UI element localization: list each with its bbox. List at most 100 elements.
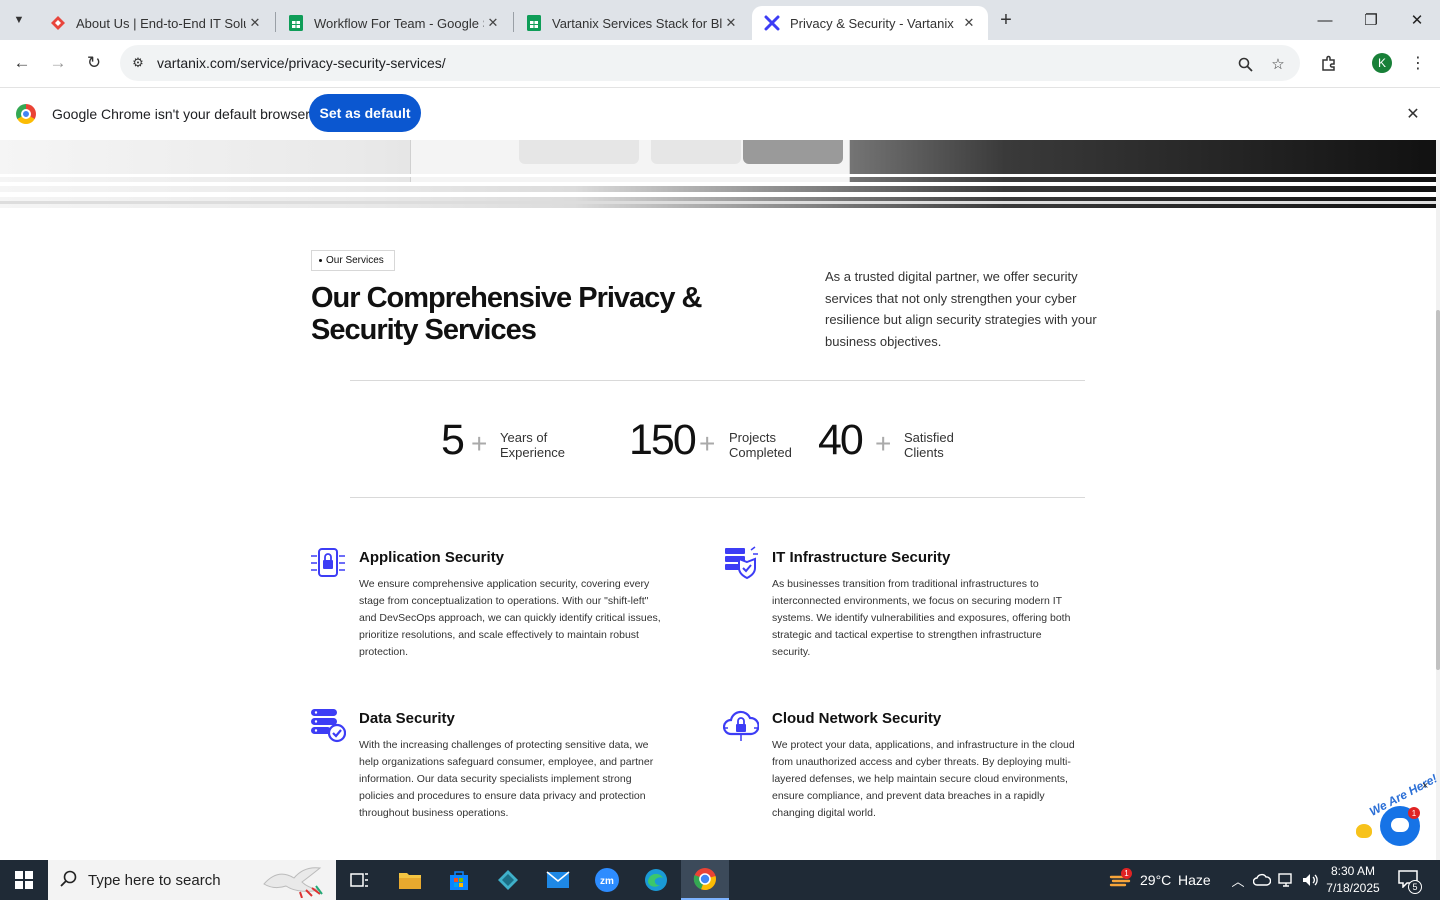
- url-text[interactable]: vartanix.com/service/privacy-security-se…: [157, 55, 446, 71]
- file-explorer-icon[interactable]: [386, 860, 434, 900]
- sheets-icon: [526, 15, 542, 31]
- clock-date: 7/18/2025: [1326, 881, 1380, 895]
- infobar-message: Google Chrome isn't your default browser: [52, 106, 310, 122]
- tab-privacy-security[interactable]: Privacy & Security - Vartanix ✕: [752, 6, 988, 40]
- bookmark-star-icon[interactable]: ☆: [1267, 53, 1289, 75]
- red-diamond-icon: [50, 15, 66, 31]
- server-shield-icon: [723, 545, 759, 581]
- browser-toolbar: ← → ↻ ⚙ vartanix.com/service/privacy-sec…: [0, 40, 1440, 86]
- address-bar[interactable]: ⚙ vartanix.com/service/privacy-security-…: [120, 45, 1300, 81]
- search-placeholder: Type here to search: [88, 872, 221, 889]
- reload-icon[interactable]: ↻: [80, 49, 108, 77]
- task-view-icon[interactable]: [336, 860, 384, 900]
- stat-value: 150: [629, 416, 697, 464]
- notification-count: 5: [1408, 880, 1422, 894]
- tab-title: Vartanix Services Stack for Blog: [552, 15, 722, 31]
- microsoft-store-icon[interactable]: [435, 860, 483, 900]
- set-default-button[interactable]: Set as default: [309, 94, 421, 132]
- clock-time: 8:30 AM: [1330, 864, 1376, 878]
- hero-dashboard-mockup: [410, 140, 850, 186]
- sheets-icon: [288, 15, 304, 31]
- tab-title: Workflow For Team - Google Sh: [314, 15, 484, 31]
- service-description: With the increasing challenges of protec…: [359, 739, 654, 819]
- network-icon[interactable]: [1276, 870, 1296, 890]
- eyebrow-label: Our Services: [326, 255, 384, 266]
- waving-hand-icon: [1356, 824, 1372, 838]
- taskbar-search-box[interactable]: Type here to search: [48, 860, 336, 900]
- service-description: We protect your data, applications, and …: [772, 739, 1075, 819]
- application-lock-icon: [310, 547, 346, 583]
- windows-start-icon[interactable]: [0, 860, 48, 900]
- dove-illustration-icon: [256, 862, 332, 899]
- edge-icon[interactable]: [632, 860, 680, 900]
- chevron-down-icon: ▼: [13, 14, 25, 26]
- page-scrollbar[interactable]: [1436, 140, 1440, 860]
- weather-badge: 1: [1121, 868, 1132, 879]
- chrome-taskbar-icon[interactable]: [681, 860, 729, 900]
- extensions-icon[interactable]: [1317, 51, 1341, 75]
- window-close-icon[interactable]: ✕: [1394, 0, 1440, 40]
- default-browser-infobar: Google Chrome isn't your default browser…: [0, 87, 1440, 140]
- stat-plus: +: [699, 428, 716, 459]
- onedrive-cloud-icon[interactable]: [1252, 870, 1272, 890]
- close-tab-icon[interactable]: ✕: [246, 14, 264, 32]
- hero-image: [0, 140, 1436, 208]
- weather-temperature[interactable]: 29°C: [1140, 872, 1171, 888]
- service-title: IT Infrastructure Security: [772, 549, 951, 566]
- zoom-icon[interactable]: [1234, 53, 1256, 75]
- stat-label: Projects Completed: [729, 430, 792, 460]
- close-tab-icon[interactable]: ✕: [484, 14, 502, 32]
- tab-workflow[interactable]: Workflow For Team - Google Sh ✕: [276, 6, 512, 40]
- close-tab-icon[interactable]: ✕: [960, 14, 978, 32]
- system-clock[interactable]: 8:30 AM 7/18/2025: [1320, 863, 1386, 897]
- windows-taskbar: Type here to search zm 1 29°C Haze ︿ 8:3…: [0, 860, 1440, 900]
- tab-services-stack[interactable]: Vartanix Services Stack for Blog ✕: [514, 6, 750, 40]
- profile-avatar[interactable]: K: [1372, 53, 1392, 73]
- page-title-line1: Our Comprehensive Privacy &: [311, 282, 702, 314]
- chrome-logo-icon: [16, 104, 36, 124]
- zoom-app-icon[interactable]: zm: [583, 860, 631, 900]
- chat-close-icon[interactable]: ×: [1422, 780, 1428, 792]
- service-title: Data Security: [359, 710, 455, 727]
- minimize-icon[interactable]: —: [1302, 0, 1348, 40]
- page-title-line2: Security Services: [311, 314, 537, 346]
- restore-icon[interactable]: ❐: [1348, 0, 1394, 40]
- page-title: Our Comprehensive Privacy & Security Ser…: [311, 282, 731, 346]
- close-tab-icon[interactable]: ✕: [722, 14, 740, 32]
- stat-value: 5: [441, 416, 465, 464]
- service-title: Cloud Network Security: [772, 710, 942, 727]
- close-icon[interactable]: ✕: [1403, 104, 1423, 124]
- service-description: We ensure comprehensive application secu…: [359, 578, 661, 658]
- intro-paragraph: As a trusted digital partner, we offer s…: [825, 269, 1097, 349]
- cloud-lock-icon: [722, 707, 760, 743]
- back-arrow-icon[interactable]: ←: [8, 49, 36, 77]
- chat-widget[interactable]: We Are Here! × 1: [1356, 771, 1440, 850]
- service-description: As businesses transition from traditiona…: [772, 578, 1071, 658]
- app-diamond-icon[interactable]: [484, 860, 532, 900]
- new-tab-icon[interactable]: +: [994, 8, 1018, 32]
- stat-value: 40: [818, 416, 864, 464]
- divider: [350, 497, 1085, 498]
- tab-title: About Us | End-to-End IT Soluti: [76, 15, 246, 31]
- mail-icon[interactable]: [534, 860, 582, 900]
- chevron-up-icon[interactable]: ︿: [1228, 870, 1248, 890]
- tab-search-button[interactable]: ▼: [5, 6, 33, 34]
- search-icon: [60, 870, 78, 893]
- stat-plus: +: [471, 428, 488, 459]
- menu-kebab-icon[interactable]: ⋮: [1406, 51, 1430, 75]
- tab-title: Privacy & Security - Vartanix: [790, 15, 954, 31]
- service-title: Application Security: [359, 549, 505, 566]
- tab-about-us[interactable]: About Us | End-to-End IT Soluti ✕: [38, 6, 274, 40]
- site-settings-icon[interactable]: ⚙: [128, 53, 148, 73]
- tab-strip: ▼ About Us | End-to-End IT Soluti ✕ Work…: [0, 0, 1440, 40]
- stat-label: Satisfied Clients: [904, 430, 954, 460]
- volume-icon[interactable]: [1300, 870, 1320, 890]
- svg-text:zm: zm: [600, 876, 614, 887]
- forward-arrow-icon[interactable]: →: [44, 49, 72, 77]
- weather-condition[interactable]: Haze: [1178, 872, 1211, 888]
- page-viewport: Our Services Our Comprehensive Privacy &…: [0, 140, 1440, 860]
- stat-label: Years of Experience: [500, 430, 566, 460]
- stat-plus: +: [875, 428, 892, 459]
- database-check-icon: [310, 707, 347, 743]
- section-eyebrow: Our Services: [311, 250, 395, 271]
